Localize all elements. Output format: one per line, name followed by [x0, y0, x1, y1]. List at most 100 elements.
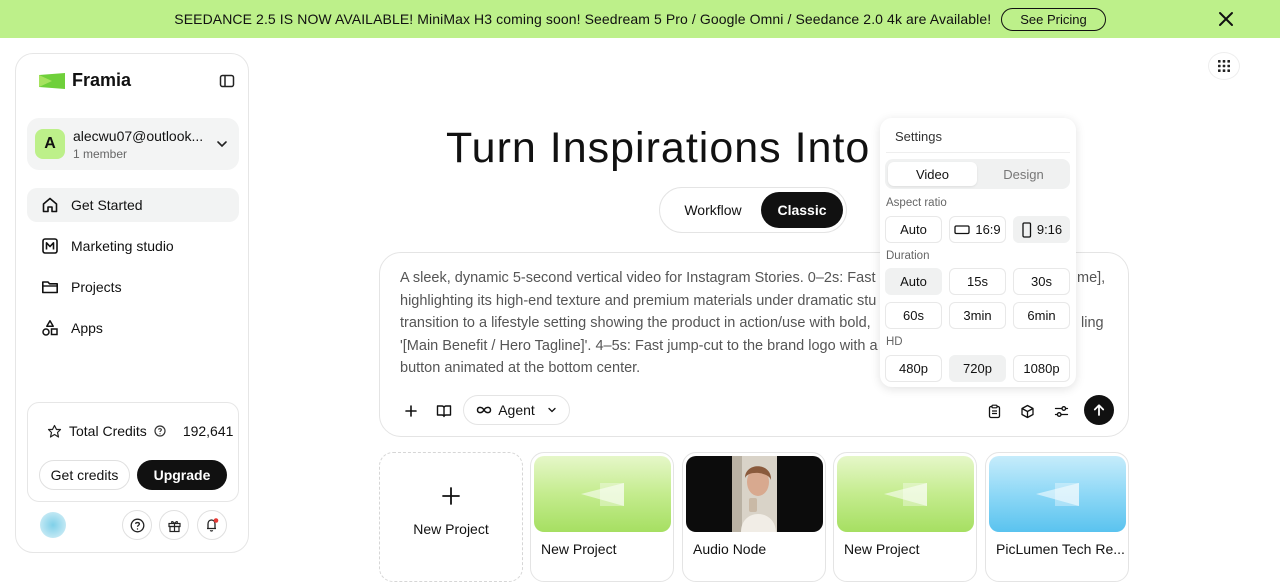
hd-label: HD [886, 336, 903, 348]
logo[interactable]: Framia [38, 70, 131, 91]
credits-icon [47, 424, 62, 438]
duration-option-60s[interactable]: 60s [885, 302, 942, 329]
library-button[interactable] [433, 400, 455, 422]
account-switcher[interactable]: A alecwu07@outlook... 1 member [27, 118, 239, 170]
close-icon[interactable] [1216, 9, 1236, 29]
option-label: Auto [900, 222, 927, 237]
prompt-overflow-fragment: ling [1081, 315, 1104, 331]
aspect-option-9-16[interactable]: 9:16 [1013, 216, 1070, 243]
avatar: A [35, 129, 65, 159]
gift-button[interactable] [159, 510, 189, 540]
help-circle-icon[interactable] [154, 425, 166, 437]
project-title: New Project [844, 541, 920, 557]
clipboard-button[interactable] [983, 400, 1005, 422]
sidebar-item-marketing-studio[interactable]: Marketing studio [27, 229, 239, 263]
option-label: 15s [967, 274, 988, 289]
credits-panel: Total Credits 192,641 Get credits Upgrad… [27, 402, 239, 502]
sidebar-item-label: Get Started [71, 197, 143, 213]
marketing-m-icon [42, 238, 58, 254]
duration-option-6min[interactable]: 6min [1013, 302, 1070, 329]
credits-row: Total Credits 192,641 [47, 423, 233, 439]
aspect-option-16-9[interactable]: 16:9 [949, 216, 1006, 243]
duration-option-15s[interactable]: 15s [949, 268, 1006, 295]
grid-icon [1218, 60, 1230, 72]
settings-toggle-button[interactable] [1050, 400, 1072, 422]
project-title: Audio Node [693, 541, 767, 557]
help-button[interactable] [122, 510, 152, 540]
sidebar: Framia A alecwu07@outlook... 1 member Ge… [15, 53, 249, 553]
option-label: 16:9 [975, 222, 1001, 237]
aspect-option-auto[interactable]: Auto [885, 216, 942, 243]
project-card[interactable]: New Project [530, 452, 674, 582]
hd-option-720p[interactable]: 720p [949, 355, 1006, 382]
see-pricing-button[interactable]: See Pricing [1001, 7, 1106, 31]
cube-icon [1020, 404, 1034, 418]
duration-option-30s[interactable]: 30s [1013, 268, 1070, 295]
option-label: Auto [900, 274, 927, 289]
landscape-icon [954, 225, 970, 235]
send-button[interactable] [1084, 395, 1114, 425]
new-project-label: New Project [413, 521, 489, 537]
tab-workflow[interactable]: Workflow [666, 192, 760, 228]
hd-option-480p[interactable]: 480p [885, 355, 942, 382]
duration-option-3min[interactable]: 3min [949, 302, 1006, 329]
account-email: alecwu07@outlook... [73, 128, 204, 144]
sidebar-item-label: Apps [71, 320, 103, 336]
option-label: 30s [1031, 274, 1052, 289]
duration-option-auto[interactable]: Auto [885, 268, 942, 295]
project-thumbnail-photo [686, 456, 823, 532]
plus-icon [405, 405, 417, 417]
project-card[interactable]: New Project [833, 452, 977, 582]
project-card[interactable]: Audio Node [682, 452, 826, 582]
upgrade-button[interactable]: Upgrade [137, 460, 227, 490]
apps-grid-button[interactable] [1208, 52, 1240, 80]
aspect-ratio-label: Aspect ratio [886, 197, 947, 209]
add-button[interactable] [400, 400, 422, 422]
option-label: 720p [963, 361, 992, 376]
project-card[interactable]: PicLumen Tech Re... [985, 452, 1129, 582]
duration-label: Duration [886, 250, 930, 262]
tab-design[interactable]: Design [980, 162, 1067, 186]
agent-selector[interactable]: Agent [463, 395, 570, 425]
account-members: 1 member [73, 147, 128, 161]
clipboard-icon [988, 404, 1000, 418]
person-photo [732, 456, 777, 532]
help-icon [130, 518, 144, 532]
model-button[interactable] [1016, 400, 1038, 422]
sidebar-toggle-icon[interactable] [219, 73, 235, 89]
portrait-icon [1022, 221, 1031, 238]
sidebar-item-label: Marketing studio [71, 238, 174, 254]
chevron-down-icon [217, 141, 227, 148]
option-label: 60s [903, 308, 924, 323]
plus-icon [442, 487, 460, 505]
option-label: 480p [899, 361, 928, 376]
tab-classic[interactable]: Classic [761, 192, 843, 228]
framia-placeholder-icon [1036, 483, 1079, 506]
sidebar-item-projects[interactable]: Projects [27, 270, 239, 304]
hd-option-1080p[interactable]: 1080p [1013, 355, 1070, 382]
framia-placeholder-icon [581, 483, 624, 506]
sidebar-item-apps[interactable]: Apps [27, 311, 239, 345]
framia-logo-icon [39, 72, 65, 89]
credits-value: 192,641 [182, 423, 234, 439]
notifications-button[interactable] [197, 510, 227, 540]
bell-icon [207, 518, 219, 532]
get-credits-button[interactable]: Get credits [39, 460, 130, 490]
project-thumbnail [534, 456, 671, 532]
page-title: Turn Inspirations Into Mas [446, 124, 882, 172]
project-thumbnail [989, 456, 1126, 532]
project-title: New Project [541, 541, 617, 557]
settings-popover: Settings Video Design Aspect ratio Auto … [880, 118, 1076, 387]
project-title: PicLumen Tech Re... [996, 541, 1124, 557]
arrow-up-icon [1093, 404, 1105, 416]
option-label: 3min [963, 308, 992, 323]
user-avatar[interactable] [40, 512, 66, 538]
chevron-down-icon [548, 407, 556, 413]
announcement-banner: SEEDANCE 2.5 IS NOW AVAILABLE! MiniMax H… [0, 0, 1280, 38]
folder-icon [42, 281, 58, 294]
new-project-card[interactable]: New Project [379, 452, 523, 582]
tab-video[interactable]: Video [888, 162, 977, 186]
logo-text: Framia [72, 70, 132, 90]
home-icon [42, 197, 58, 213]
sidebar-item-get-started[interactable]: Get Started [27, 188, 239, 222]
